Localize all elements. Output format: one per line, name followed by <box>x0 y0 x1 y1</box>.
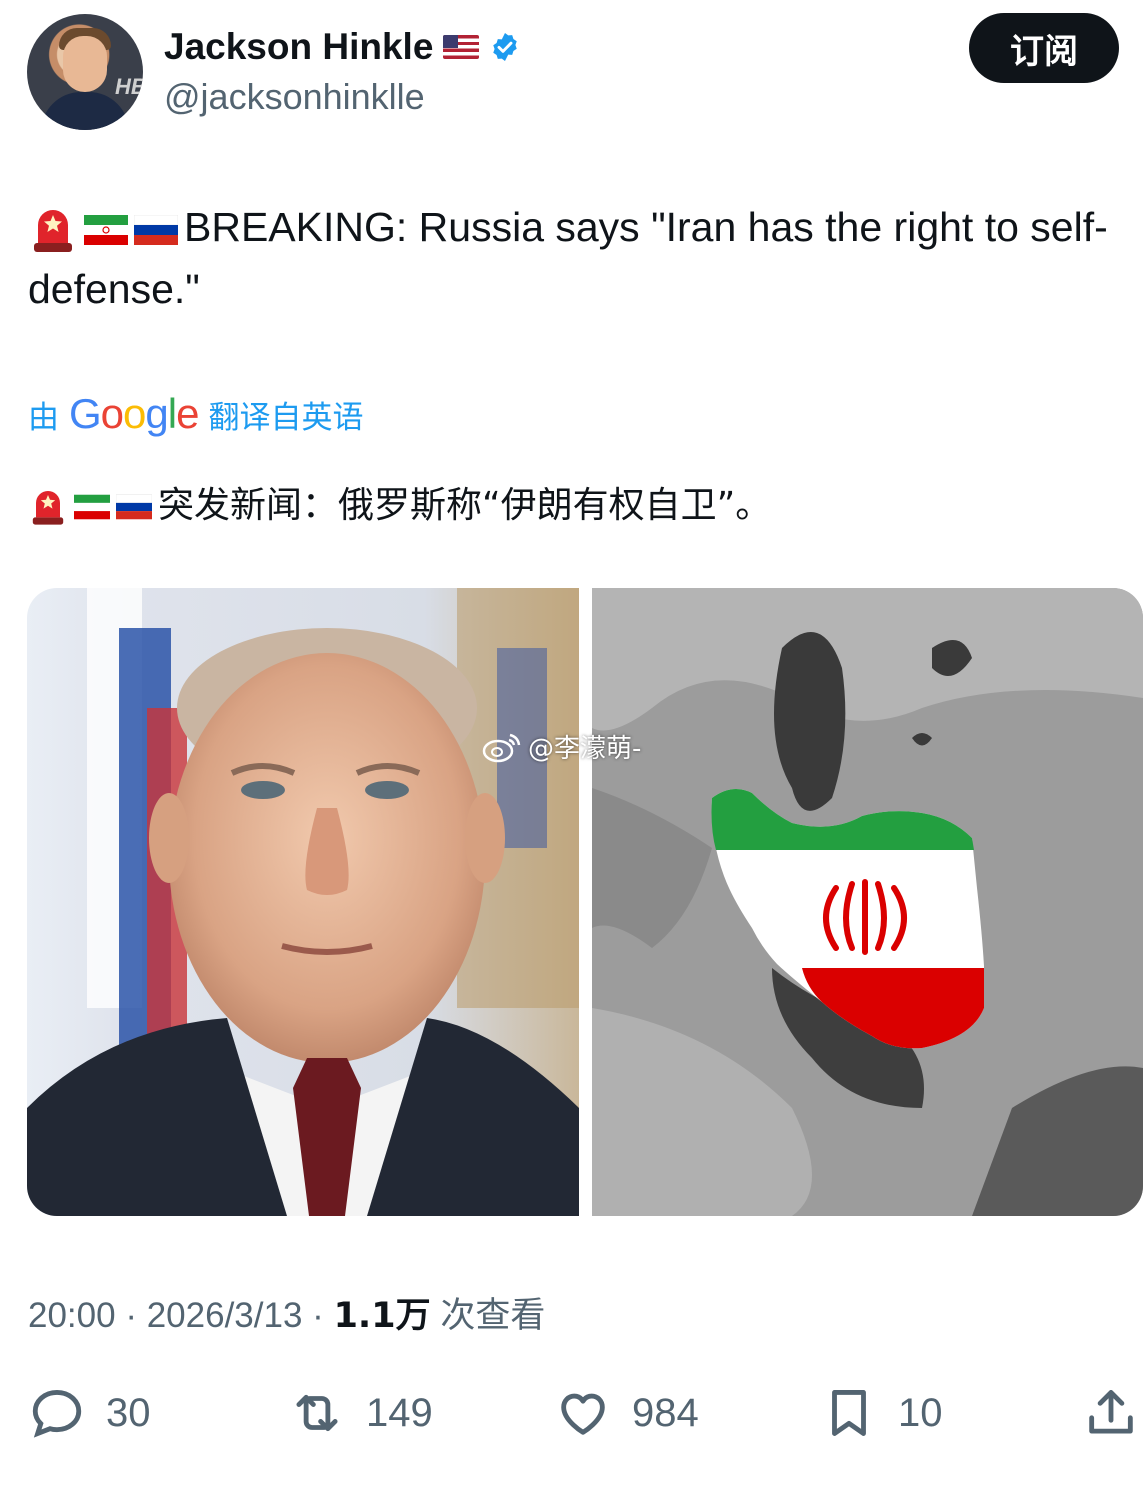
view-label: 次查看 <box>440 1296 546 1336</box>
bookmark-button[interactable]: 10 <box>820 1378 943 1448</box>
meta-separator: · <box>125 1296 137 1335</box>
like-count: 984 <box>632 1390 699 1435</box>
tweet-text: BREAKING: Russia says "Iran has the righ… <box>28 196 1118 320</box>
image-watermark: @李濛萌- <box>482 728 641 765</box>
repost-icon <box>296 1394 338 1432</box>
heart-icon <box>561 1393 605 1435</box>
google-logo: Google <box>69 390 199 437</box>
avatar-background-text: HB <box>115 74 143 99</box>
russia-flag-icon <box>116 494 152 520</box>
repost-button[interactable]: 149 <box>288 1378 433 1448</box>
bookmark-icon <box>832 1390 866 1436</box>
tweet-body: BREAKING: Russia says "Iran has the righ… <box>28 204 1108 312</box>
translation-attribution[interactable]: 由 Google 翻译自英语 <box>28 388 363 440</box>
watermark-text: @李濛萌- <box>528 734 642 764</box>
author-handle[interactable]: @jacksonhinklle <box>164 76 425 118</box>
weibo-icon <box>482 733 521 762</box>
tweet-date[interactable]: 2026/3/13 <box>147 1296 303 1335</box>
iran-flag-icon <box>84 215 128 246</box>
translated-body: 突发新闻：俄罗斯称“伊朗有权自卫”。 <box>158 485 772 526</box>
view-count: 1.1万 <box>333 1296 431 1336</box>
translation-suffix: 翻译自英语 <box>208 399 364 436</box>
reply-count: 30 <box>106 1390 151 1435</box>
media-grid <box>27 588 1143 1216</box>
share-button[interactable] <box>1082 1378 1140 1448</box>
action-bar: 30 149 984 10 <box>0 1378 1144 1448</box>
avatar-face <box>63 36 107 92</box>
author-avatar[interactable]: HB <box>27 14 143 130</box>
iran-flag-map-image[interactable] <box>592 588 1143 1216</box>
reply-button[interactable]: 30 <box>28 1378 151 1448</box>
like-button[interactable]: 984 <box>554 1378 699 1448</box>
russia-flag-icon <box>134 215 178 246</box>
author-name-row: Jackson Hinkle <box>164 24 521 70</box>
meta-separator: · <box>312 1296 324 1335</box>
us-flag-icon <box>443 35 480 59</box>
author-name[interactable]: Jackson Hinkle <box>164 26 433 68</box>
tweet-meta: 20:00 · 2026/3/13 · 1.1万 次查看 <box>28 1287 545 1338</box>
verified-badge-icon <box>493 33 518 61</box>
bookmark-count: 10 <box>898 1390 943 1435</box>
translation-prefix: 由 <box>28 399 59 436</box>
police-light-icon <box>34 210 72 253</box>
subscribe-button[interactable]: 订阅 <box>969 13 1119 83</box>
tweet-time[interactable]: 20:00 <box>28 1296 116 1335</box>
iran-flag-icon <box>74 494 110 520</box>
portrait-photo[interactable] <box>27 588 579 1216</box>
repost-count: 149 <box>366 1390 433 1435</box>
translated-text: 突发新闻：俄罗斯称“伊朗有权自卫”。 <box>28 478 1118 534</box>
reply-icon <box>32 1390 82 1438</box>
share-icon <box>1089 1390 1133 1434</box>
police-light-icon <box>32 491 64 525</box>
